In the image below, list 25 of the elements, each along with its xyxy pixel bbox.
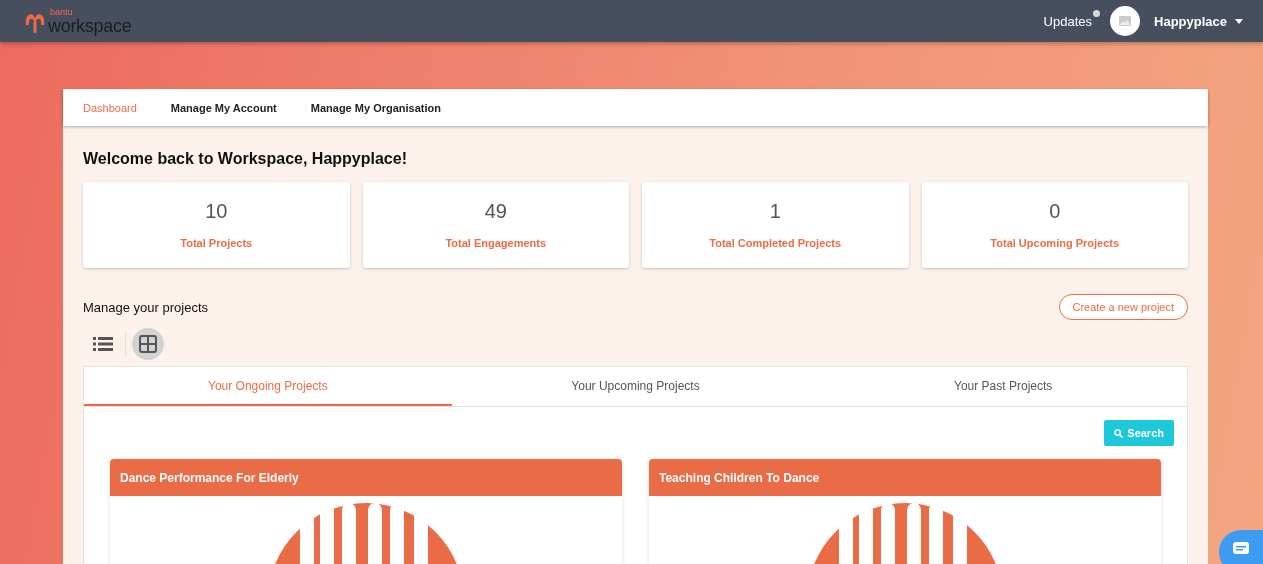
updates-link[interactable]: Updates <box>1043 13 1096 29</box>
grid-icon <box>139 335 157 353</box>
stat-value: 10 <box>205 200 228 223</box>
search-icon <box>1114 428 1124 438</box>
list-icon <box>93 336 113 352</box>
logo-title: workspace <box>48 16 132 35</box>
stat-label: Total Upcoming Projects <box>990 237 1120 249</box>
nav-link[interactable]: Manage My Account <box>170 101 277 114</box>
project-title: Dance Performance For Elderly <box>110 459 622 496</box>
logo-subtitle: bantu <box>50 7 74 17</box>
project-title: Teaching Children To Dance <box>649 459 1161 496</box>
stat-label: Total Projects <box>180 237 253 249</box>
nav-link[interactable]: Manage My Organisation <box>310 101 441 114</box>
user-menu[interactable]: Happyplace <box>1154 13 1243 29</box>
welcome-heading: Welcome back to Workspace, Happyplace! <box>83 150 408 168</box>
stat-label: Total Completed Projects <box>709 237 842 249</box>
stat-value: 0 <box>1049 200 1061 223</box>
stat-label: Total Engagements <box>445 237 547 249</box>
avatar-icon <box>1110 6 1140 36</box>
stat-value: 49 <box>484 200 507 223</box>
section-heading: Manage your projects <box>83 299 208 315</box>
chat-icon <box>1233 542 1249 554</box>
caret-icon <box>1235 18 1243 24</box>
stat-value: 1 <box>769 200 781 223</box>
grid-view-button[interactable] <box>132 328 164 360</box>
